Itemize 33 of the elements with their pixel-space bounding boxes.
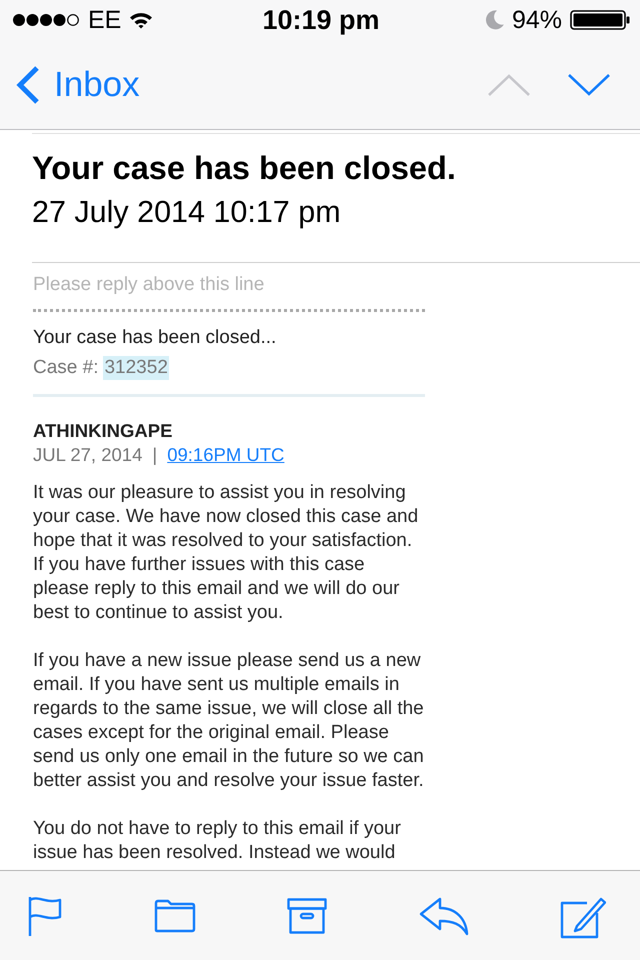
clock-time: 10:19 pm bbox=[262, 4, 380, 36]
body-paragraph: It was our pleasure to assist you in resolving your case. We have now closed this case and hope that it was resolved to your satisfaction. If you have further issues with this case please reply to this email and we will do our best to continue to assist you. bbox=[33, 481, 420, 625]
message-date: 27 July 2014 10:17 pm bbox=[32, 194, 342, 230]
sender-name: ATHINKINGAPE bbox=[33, 421, 174, 441]
battery-icon bbox=[570, 10, 630, 30]
signal-strength-icon bbox=[12, 13, 80, 27]
next-message-button[interactable] bbox=[568, 74, 610, 96]
folder-icon bbox=[154, 898, 196, 932]
flag-button[interactable] bbox=[28, 894, 62, 936]
archive-button[interactable] bbox=[287, 898, 327, 934]
reply-hint: Please reply above this line bbox=[33, 273, 266, 297]
case-number: 312352 bbox=[103, 356, 169, 380]
wifi-icon bbox=[129, 11, 154, 29]
battery-percentage: 94% bbox=[512, 6, 562, 34]
up-chevron-icon bbox=[488, 74, 530, 96]
flag-icon bbox=[28, 894, 62, 936]
separator: | bbox=[152, 443, 158, 467]
archive-box-icon bbox=[287, 898, 327, 934]
case-label: Case #: bbox=[33, 356, 98, 380]
sent-time-link[interactable]: 09:16PM UTC bbox=[167, 443, 284, 467]
back-chevron-icon bbox=[16, 66, 40, 104]
body-paragraph: If you have a new issue please send us a new email. If you have sent us multiple emails in regards to the same issue, we will close all the cases except for the original email. Please send us only one email in the future so we can better assist you and resolve your issue faster. bbox=[33, 649, 425, 793]
move-button[interactable] bbox=[154, 898, 196, 932]
reply-button[interactable] bbox=[418, 896, 468, 936]
sent-date: JUL 27, 2014 bbox=[33, 443, 142, 467]
carrier-name: EE bbox=[88, 6, 122, 34]
down-chevron-icon bbox=[568, 74, 610, 96]
case-summary: Your case has been closed... bbox=[33, 326, 278, 350]
back-button[interactable]: Inbox bbox=[16, 64, 140, 104]
reply-icon bbox=[418, 896, 468, 936]
body-paragraph: You do not have to reply to this email if your issue has been resolved. Instead we would bbox=[33, 817, 402, 865]
message-subject: Your case has been closed. bbox=[32, 150, 457, 186]
moon-icon bbox=[486, 10, 504, 30]
